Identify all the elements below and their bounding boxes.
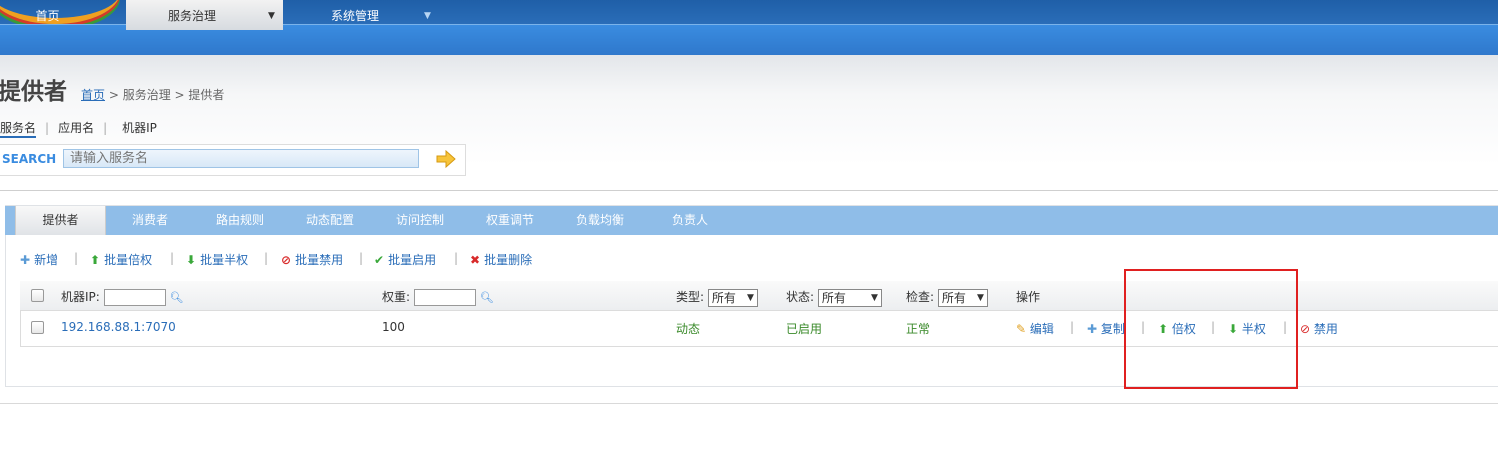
batch-enable-button[interactable]: ✔ 批量启用 [374,251,436,268]
disable-button[interactable]: ⊘ 禁用 [1300,320,1338,337]
header-check: 检查: 所有 ▼ [906,288,988,307]
nav-item-system-management[interactable]: 系统管理 ▼ [300,0,440,30]
batch-double-weight-button[interactable]: ⬆ 批量倍权 [90,251,152,268]
check-icon: ✔ [374,253,385,267]
search-label: SEARCH [2,152,57,166]
row-status: 已启用 [786,322,823,336]
search-type-tabs: 服务名 | 应用名 | 机器IP [0,119,157,138]
tab-routes[interactable]: 路由规则 [205,206,275,235]
tab-consumers[interactable]: 消费者 [115,206,185,235]
plus-icon: ✚ [20,253,31,267]
search-icon[interactable]: 🔍︎ [480,291,494,304]
check-filter-select[interactable]: 所有 ▼ [937,288,988,307]
ban-icon: ⊘ [1300,322,1311,336]
plus-icon: ✚ [1087,322,1098,336]
chevron-down-icon: ▼ [268,11,275,21]
batch-disable-button[interactable]: ⊘ 批量禁用 [281,251,343,268]
copy-button[interactable]: ✚ 复制 [1087,320,1125,337]
tab-weight-adjust[interactable]: 权重调节 [475,206,545,235]
batch-delete-button[interactable]: ✖ 批量删除 [470,251,532,268]
edit-button[interactable]: ✎ 编辑 [1016,320,1054,337]
arrow-down-icon: ⬇ [186,253,197,267]
pencil-icon: ✎ [1016,322,1027,336]
row-checkbox[interactable] [31,321,44,334]
tab-providers[interactable]: 提供者 [15,206,106,235]
nav-item-home[interactable]: 首页 [0,0,95,30]
chevron-down-icon: ▼ [424,11,431,21]
tab-access-control[interactable]: 访问控制 [385,206,455,235]
search-input[interactable] [63,149,419,168]
status-filter-select[interactable]: 所有 ▼ [817,288,882,307]
breadcrumb-home-link[interactable]: 首页 [81,88,105,102]
arrow-right-icon[interactable] [436,150,456,168]
search-tab-application[interactable]: 应用名 [58,121,94,135]
page-title: 提供者 [0,79,67,105]
highlight-annotation [1124,269,1298,389]
row-type: 动态 [676,322,701,336]
arrow-up-icon: ⬆ [90,253,101,267]
search-icon[interactable]: 🔍︎ [169,291,183,304]
tab-owners[interactable]: 负责人 [655,206,725,235]
row-weight: 100 [382,320,405,334]
breadcrumb: 首页 > 服务治理 > 提供者 [81,86,224,103]
header-operations: 操作 [1016,290,1041,304]
tab-dynamic-config[interactable]: 动态配置 [295,206,365,235]
weight-filter-input[interactable] [413,289,476,306]
tab-load-balance[interactable]: 负载均衡 [565,206,635,235]
ip-filter-input[interactable] [103,289,166,306]
header-weight: 权重: 🔍︎ [382,289,494,306]
search-tab-service[interactable]: 服务名 [0,121,37,138]
nav-item-service-governance[interactable]: 服务治理 ▼ [126,0,283,30]
header-status: 状态: 所有 ▼ [786,288,882,307]
divider [0,403,1498,404]
type-filter-select[interactable]: 所有 ▼ [707,288,758,307]
search-tab-machine-ip[interactable]: 机器IP [122,121,157,135]
chevron-down-icon: ▼ [870,292,878,303]
header-type: 类型: 所有 ▼ [676,288,758,307]
chevron-down-icon: ▼ [746,292,754,303]
chevron-down-icon: ▼ [976,292,984,303]
add-button[interactable]: ✚ 新增 [20,251,58,268]
header-machine-ip: 机器IP: 🔍︎ [61,289,184,306]
select-all-checkbox[interactable] [31,289,44,302]
breadcrumb-trail: > 服务治理 > 提供者 [105,88,225,102]
row-machine-ip[interactable]: 192.168.88.1:7070 [61,320,176,334]
batch-half-weight-button[interactable]: ⬇ 批量半权 [186,251,248,268]
ban-icon: ⊘ [281,253,292,267]
close-icon: ✖ [470,253,481,267]
row-check: 正常 [906,322,931,336]
